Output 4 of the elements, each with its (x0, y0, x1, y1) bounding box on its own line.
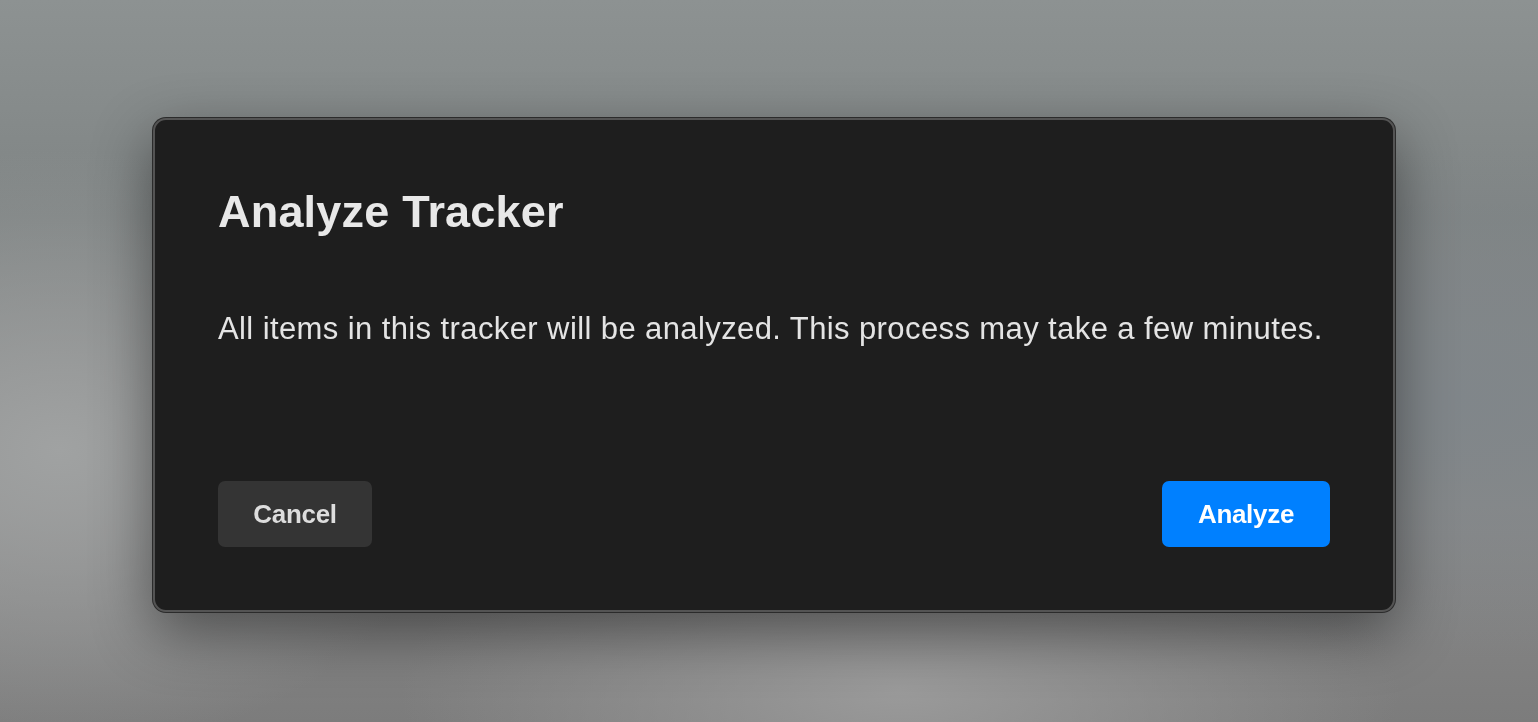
cancel-button[interactable]: Cancel (218, 481, 372, 547)
dialog-message: All items in this tracker will be analyzed. This process may take a few minutes. (218, 310, 1323, 348)
analyze-button[interactable]: Analyze (1162, 481, 1330, 547)
dialog-title: Analyze Tracker (218, 185, 564, 239)
